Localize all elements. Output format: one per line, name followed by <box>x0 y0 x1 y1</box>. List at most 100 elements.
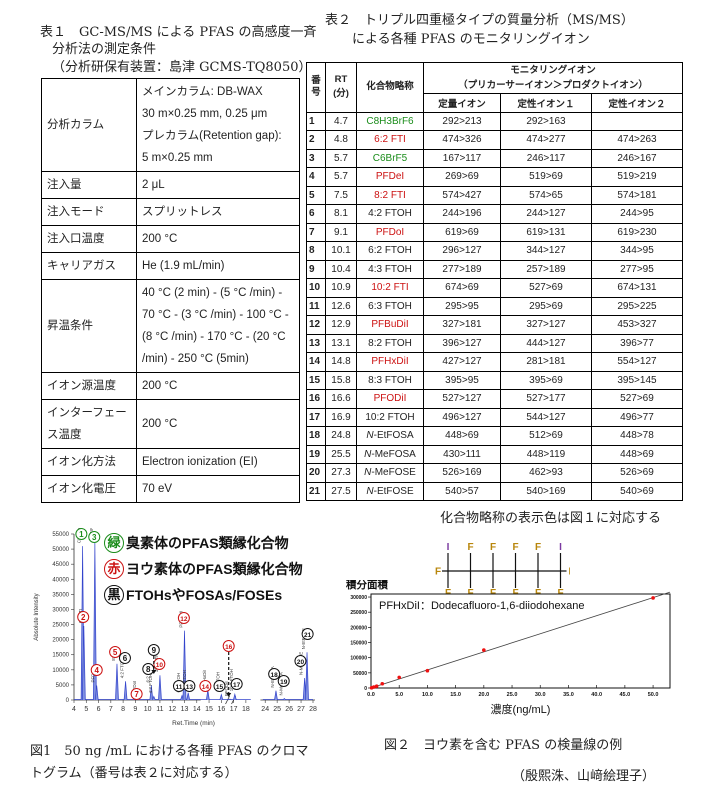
ion-row: 2 4.8 6:2 FTI 474>326 474>277 474>263 <box>306 130 684 150</box>
condition-value: 200 °C <box>136 225 300 253</box>
retention-time: 7.5 <box>325 185 357 205</box>
compound-no: 13 <box>306 333 326 353</box>
measurement-conditions-table: 分析カラム メインカラム: DB-WAX 30 m×0.25 mm, 0.25 μm… <box>41 78 300 503</box>
qual-ion-2 <box>590 111 684 131</box>
ion-row: 18 24.8 N-EtFOSA 448>69 512>69 448>78 <box>306 426 684 446</box>
compound-no: 16 <box>306 389 326 409</box>
condition-key: イオン化方法 <box>41 448 137 476</box>
qual-ion-2: 474>263 <box>590 130 684 150</box>
retention-time: 15.8 <box>325 370 357 390</box>
quant-ion: 327>181 <box>422 315 502 335</box>
peak-18 <box>274 690 278 701</box>
x-tick-label: 16 <box>217 706 225 713</box>
compound-no: 14 <box>306 352 326 372</box>
retention-time: 24.8 <box>325 426 357 446</box>
y-tick-label: 15000 <box>52 653 69 659</box>
ion-row: 19 25.5 N-MeFOSA 430>111 448>119 448>69 <box>306 444 684 464</box>
fluorine-atom: F <box>568 567 570 578</box>
y-tick-label: 250000 <box>350 610 367 616</box>
qual-ion-1: 244>127 <box>500 204 592 224</box>
compound-name: N-EtFOSA <box>356 426 424 446</box>
peak-number: 17 <box>233 682 241 689</box>
y-tick-label: 5000 <box>56 683 70 689</box>
legend-bromine-text: 臭素体のPFAS類縁化合物 <box>126 535 289 551</box>
y-tick-label: 50000 <box>353 671 367 677</box>
ion-row: 8 10.1 6:2 FTOH 296>127 344>127 344>95 <box>306 241 684 261</box>
quant-ion: 527>127 <box>422 389 502 409</box>
x-tick-label: 7 <box>109 706 113 713</box>
qual-ion-1: 527>69 <box>500 278 592 298</box>
condition-value: スプリットレス <box>136 198 300 226</box>
y-tick-label: 50000 <box>52 547 69 553</box>
condition-value-line: スプリットレス <box>142 206 223 218</box>
quant-ion: 474>326 <box>422 130 502 150</box>
header-quant: 定量イオン <box>422 93 502 113</box>
ion-row: 16 16.6 PFODiI 527>127 527>177 527>69 <box>306 389 684 409</box>
table2-caption-line1: 表２ トリプル四重極タイプの質量分析（MS/MS） <box>325 13 634 28</box>
legend-iodine-text: ヨウ素体のPFAS類縁化合物 <box>126 561 303 577</box>
qual-ion-2: 448>78 <box>590 426 684 446</box>
quant-ion: 496>127 <box>422 407 502 427</box>
x-tick-label: 0.0 <box>367 692 375 698</box>
y-tick-label: 45000 <box>52 562 69 568</box>
peak-number: 9 <box>152 646 157 655</box>
condition-value-line: プレカラム(Retention gap): <box>142 130 282 142</box>
compound-name-rest: -EtFOSA <box>373 430 414 442</box>
x-tick-label: 45.0 <box>620 692 631 698</box>
retention-time: 16.6 <box>325 389 357 409</box>
compound-no: 12 <box>306 315 326 335</box>
condition-key: イオン源温度 <box>41 372 137 400</box>
peak-number: 19 <box>280 679 288 686</box>
condition-row: イオン化方法 Electron ionization (EI) <box>41 448 300 476</box>
condition-value-line: 200 °C <box>142 418 178 430</box>
retention-time: 27.5 <box>325 481 357 501</box>
compound-name: 10:2 FTI <box>356 278 424 298</box>
x-tick-label: 24 <box>261 706 269 713</box>
peak-number: 18 <box>271 672 279 679</box>
retention-time: 10.4 <box>325 259 357 279</box>
x-tick-label: 4 <box>72 706 76 713</box>
compound-no: 1 <box>306 111 326 131</box>
retention-time: 5.7 <box>325 148 357 168</box>
compound-no: 10 <box>306 278 326 298</box>
compound-name: 8:2 FTOH <box>356 333 424 353</box>
qual-ion-1: 527>177 <box>500 389 592 409</box>
condition-key: イオン化電圧 <box>41 475 137 503</box>
x-tick-label: 12 <box>168 706 176 713</box>
condition-key: キャリアガス <box>41 252 137 280</box>
compound-no: 19 <box>306 444 326 464</box>
compound-name: N-MeFOSE <box>356 463 424 483</box>
x-tick-label: 50.0 <box>648 692 659 698</box>
authors: （殷熙洙、山﨑絵理子） <box>512 769 656 784</box>
ion-row: 12 12.9 PFBuDiI 327>181 327>127 453>327 <box>306 315 684 335</box>
peak-number: 14 <box>202 684 210 691</box>
qual-ion-2: 277>95 <box>590 259 684 279</box>
condition-value-line: 5 m×0.25 mm <box>142 152 213 164</box>
quant-ion: 277>189 <box>422 259 502 279</box>
compound-name: 10:2 FTOH <box>356 407 424 427</box>
condition-key: 注入口温度 <box>41 225 137 253</box>
retention-time: 9.1 <box>325 222 357 242</box>
peak-number: 4 <box>94 666 99 675</box>
compound-name: PFHxDiI <box>356 352 424 372</box>
ion-row: 9 10.4 4:3 FTOH 277>189 257>189 277>95 <box>306 259 684 279</box>
qual-ion-1: 344>127 <box>500 241 592 261</box>
compound-no: 11 <box>306 296 326 316</box>
fluorine-atom: F <box>467 542 473 553</box>
quant-ion: 296>127 <box>422 241 502 261</box>
x-tick-label: 20.0 <box>478 692 489 698</box>
compound-no: 4 <box>306 167 326 187</box>
peak-number: 20 <box>297 659 305 666</box>
legend-green-mark: 緑 <box>104 533 124 553</box>
condition-row: イオン化電圧 70 eV <box>41 475 300 503</box>
header-monitoring-sub: （プリカーサーイオン＞プロダクトイオン） <box>458 80 648 91</box>
qual-ion-1: 444>127 <box>500 333 592 353</box>
qual-ion-2: 554>127 <box>590 352 684 372</box>
condition-value: 70 eV <box>136 475 300 503</box>
condition-row: 注入量 2 μL <box>41 171 300 199</box>
ion-row: 11 12.6 6:3 FTOH 295>95 295>69 295>225 <box>306 296 684 316</box>
compound-name-rest: -MeFOSA <box>371 448 416 460</box>
condition-value-line: Electron ionization (EI) <box>142 456 258 468</box>
peak-number: 16 <box>225 644 233 651</box>
figure1-caption-line2: トグラム（番号は表２に対応する） <box>30 766 238 781</box>
